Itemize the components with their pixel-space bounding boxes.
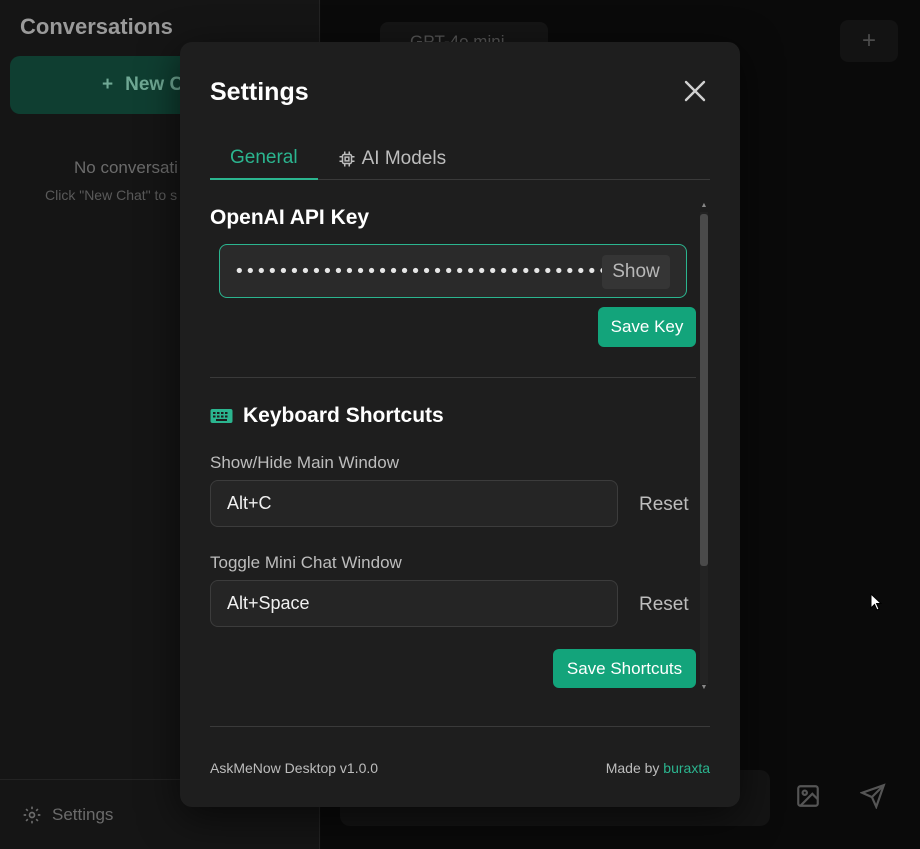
tab-ai-models[interactable]: AI Models (318, 138, 466, 180)
made-by-prefix: Made by (605, 760, 660, 776)
gear-icon (23, 806, 41, 823)
new-chat-plus-button[interactable]: + (840, 20, 898, 62)
send-icon[interactable] (860, 783, 886, 809)
empty-state-subtitle: Click "New Chat" to s (45, 187, 178, 203)
reset-mini-chat-button[interactable]: Reset (639, 594, 689, 616)
api-key-value: ••••••••••••••••••••••••••••••••••••••••… (234, 260, 604, 282)
settings-tabs: General AI Models (210, 138, 710, 180)
scroll-thumb[interactable] (700, 214, 708, 566)
keyboard-icon (210, 409, 233, 423)
sidebar-settings-label: Settings (52, 804, 114, 824)
image-icon[interactable] (795, 783, 821, 809)
shortcuts-section-title: Keyboard Shortcuts (210, 404, 444, 428)
close-icon (684, 80, 706, 102)
scroll-down-icon[interactable]: ▼ (700, 684, 708, 692)
tab-general[interactable]: General (210, 138, 318, 180)
sidebar-title: Conversations (20, 14, 173, 39)
save-key-button[interactable]: Save Key (598, 307, 696, 347)
content-scrollbar[interactable]: ▲ ▼ (697, 202, 709, 694)
shortcut-label-mini-chat: Toggle Mini Chat Window (210, 553, 402, 572)
section-divider (210, 377, 696, 378)
modal-title: Settings (210, 78, 309, 106)
settings-content: OpenAI API Key •••••••••••••••••••••••••… (210, 202, 698, 690)
tab-general-label: General (230, 147, 298, 168)
tab-ai-models-label: AI Models (361, 148, 447, 169)
show-key-button[interactable]: Show (602, 255, 670, 289)
mouse-cursor-icon (870, 593, 883, 611)
close-button[interactable] (680, 76, 710, 106)
new-chat-label: New C (125, 74, 184, 95)
shortcut-label-main-window: Show/Hide Main Window (210, 453, 399, 472)
author-link[interactable]: buraxta (663, 760, 710, 776)
app-version: AskMeNow Desktop v1.0.0 (210, 760, 379, 776)
chip-icon (339, 151, 355, 167)
reset-main-window-button[interactable]: Reset (639, 494, 689, 516)
save-shortcuts-button[interactable]: Save Shortcuts (553, 649, 696, 688)
made-by: Made by buraxta (606, 760, 710, 776)
empty-state-title: No conversati (74, 158, 178, 177)
settings-modal: Settings General AI Models OpenAI API Ke… (180, 42, 740, 807)
shortcut-input-mini-chat[interactable]: Alt+Space (210, 580, 618, 627)
footer-divider (210, 726, 710, 727)
shortcut-input-main-window[interactable]: Alt+C (210, 480, 618, 527)
shortcuts-title-label: Keyboard Shortcuts (243, 404, 444, 427)
api-key-input[interactable]: ••••••••••••••••••••••••••••••••••••••••… (219, 244, 687, 298)
plus-icon: + (102, 74, 114, 95)
scroll-up-icon[interactable]: ▲ (700, 202, 708, 210)
api-key-section-title: OpenAI API Key (210, 206, 370, 229)
